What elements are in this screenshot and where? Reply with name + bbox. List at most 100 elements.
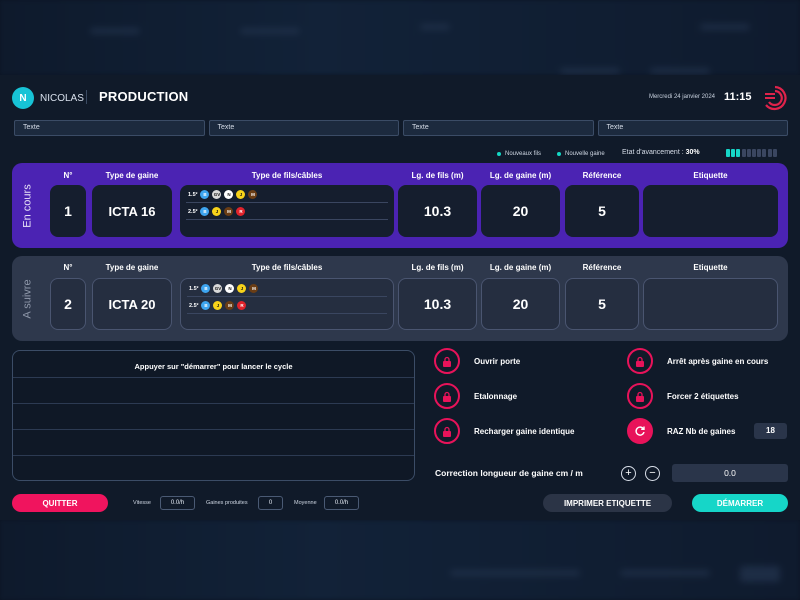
page-title: PRODUCTION: [99, 89, 189, 104]
wire-divider: [186, 202, 388, 203]
option-label: Ouvrir porte: [474, 356, 521, 366]
sheath-type: ICTA 16: [92, 185, 172, 237]
speed-value: 0.0/h: [160, 496, 195, 510]
current-time: 11:15: [724, 91, 752, 103]
col-header-label: Etiquette: [693, 263, 728, 272]
start-button[interactable]: DÉMARRER: [692, 494, 788, 512]
wire-dot-red-icon: R: [236, 207, 246, 216]
text-field-1[interactable]: Texte: [14, 120, 205, 136]
header-divider: [86, 90, 87, 104]
current-date: Mercredi 24 janvier 2024: [648, 94, 715, 100]
legend-label: Nouvelle gaine: [565, 151, 605, 157]
lock-icon: [434, 348, 460, 374]
average-value: 0.0/h: [324, 496, 359, 510]
wire-dot-green-yellow-icon: GV: [212, 190, 222, 199]
wire-size: 2.5²: [189, 302, 199, 309]
speed-label: Vitesse: [133, 500, 151, 506]
stop-after-option[interactable]: Arrêt après gaine en cours: [627, 348, 768, 374]
lock-icon: [434, 383, 460, 409]
log-line: [13, 429, 414, 430]
legend-label: Nouveaux fils: [505, 151, 542, 157]
label-field: [643, 278, 778, 330]
option-label: Recharger gaine identique: [474, 426, 575, 436]
col-header-sheath-length: Lg. de gaine (m): [489, 171, 552, 180]
text-field-3[interactable]: Texte: [403, 120, 594, 136]
progress-segment: [746, 149, 751, 157]
increase-button[interactable]: +: [621, 466, 636, 481]
wire-size: 1.5²: [188, 191, 198, 198]
option-label: Forcer 2 étiquettes: [667, 391, 739, 401]
blurred-background-top: [0, 0, 800, 75]
production-app: N NICOLAS PRODUCTION Mercredi 24 janvier…: [0, 75, 800, 520]
legend-new-sheath: Nouvelle gaine: [557, 151, 605, 157]
lock-icon: [627, 348, 653, 374]
wire-types: 1.5² B GV N J M 2.5² B J M R: [180, 278, 394, 330]
job-number: 1: [50, 185, 86, 237]
option-label: Etalonnage: [474, 391, 518, 401]
produced-value: 0: [258, 496, 283, 510]
wire-dot-blue-icon: B: [200, 190, 210, 199]
blurred-text: [560, 68, 620, 74]
legend-new-wires: Nouveaux fils: [497, 151, 541, 157]
col-header-num: N°: [63, 171, 73, 180]
blurred-text: [700, 24, 750, 30]
correction-input[interactable]: 0.0: [672, 464, 788, 482]
col-header-reference: Référence: [582, 171, 622, 180]
wire-types: 1.5² B GV N J M 2.5² B J M R: [180, 185, 394, 237]
sheath-length: 20: [481, 185, 560, 237]
text-fields-row: Texte Texte Texte Texte: [14, 120, 788, 136]
reference: 5: [565, 278, 639, 330]
log-line: [13, 377, 414, 378]
current-job-panel: En cours N° Type de gaine Type de fils/c…: [12, 163, 788, 248]
produced-label: Gaines produites: [206, 500, 248, 506]
wire-dot-brown-icon: M: [224, 207, 234, 216]
decrease-button[interactable]: −: [645, 466, 660, 481]
col-header-wire-length: Lg. de fils (m): [411, 263, 464, 272]
wire-dot-brown-icon: M: [249, 284, 259, 293]
reload-same-option[interactable]: Recharger gaine identique: [434, 418, 574, 444]
wire-dot-yellow-icon: J: [237, 284, 247, 293]
option-label: RAZ Nb de gaines: [667, 426, 736, 436]
text-field-2[interactable]: Texte: [208, 120, 399, 136]
wire-dot-blue-icon: B: [200, 207, 210, 216]
wire-dot-brown-icon: M: [248, 190, 258, 199]
lock-icon: [434, 418, 460, 444]
progress-segment: [741, 149, 746, 157]
open-door-option[interactable]: Ouvrir porte: [434, 348, 520, 374]
sheath-length: 20: [481, 278, 560, 330]
reset-count-option[interactable]: RAZ Nb de gaines: [627, 418, 735, 444]
col-header-sheath-type: Type de gaine: [105, 263, 159, 272]
sheath-type: ICTA 20: [92, 278, 172, 330]
progress-segment: [736, 149, 741, 157]
col-header-label: Etiquette: [693, 171, 728, 180]
progress-value: 30%: [685, 149, 700, 156]
text-field-4[interactable]: Texte: [597, 120, 788, 136]
calibration-option[interactable]: Etalonnage: [434, 383, 517, 409]
blurred-text: [650, 68, 710, 74]
blurred-text: [450, 570, 580, 576]
force-labels-option[interactable]: Forcer 2 étiquettes: [627, 383, 739, 409]
progress-segment: [772, 149, 777, 157]
reference: 5: [565, 185, 639, 237]
section-label: A suivre: [22, 278, 35, 319]
blurred-text: [740, 566, 780, 582]
lock-icon: [627, 383, 653, 409]
print-label-button[interactable]: IMPRIMER ETIQUETTE: [543, 494, 672, 512]
progress-bar: [726, 149, 778, 157]
quit-button[interactable]: QUITTER: [12, 494, 108, 512]
progress-segment: [762, 149, 767, 157]
section-label: En cours: [22, 183, 35, 228]
wire-divider: [186, 219, 388, 220]
correction-label: Correction longueur de gaine cm / m: [435, 468, 583, 478]
wire-row: 1.5² B GV N J M: [189, 284, 259, 293]
job-number: 2: [50, 278, 86, 330]
progress-segment: [726, 149, 730, 157]
wire-dot-yellow-icon: J: [236, 190, 246, 199]
wire-dot-yellow-icon: J: [212, 207, 222, 216]
col-header-sheath-type: Type de gaine: [105, 171, 159, 180]
user-avatar[interactable]: N: [12, 87, 34, 109]
wire-row: 2.5² B J M R: [188, 207, 246, 216]
legend-dot-icon: [497, 152, 501, 156]
wire-dot-blue-icon: B: [201, 284, 211, 293]
blurred-text: [420, 24, 450, 30]
